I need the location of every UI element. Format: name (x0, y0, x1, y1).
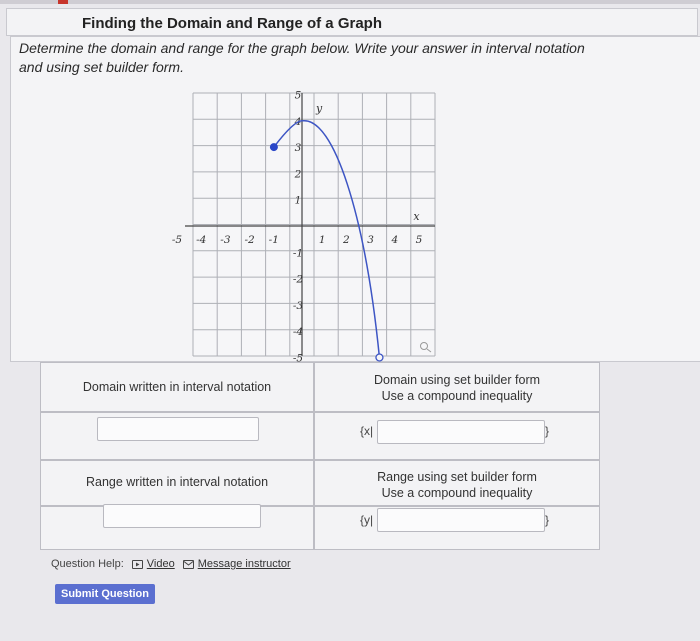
message-instructor-link[interactable]: Message instructor (198, 558, 291, 570)
x-tick-label: -5 (172, 234, 183, 246)
domain-interval-input[interactable] (97, 417, 259, 441)
x-tick-label: 1 (319, 234, 326, 246)
x-axis-label: x (413, 210, 420, 223)
y-axis-label: y (315, 102, 323, 115)
x-tick-label: 2 (342, 234, 350, 246)
video-icon (131, 559, 143, 569)
y-tick-label: 3 (295, 142, 302, 154)
x-tick-label: 4 (390, 234, 398, 246)
x-tick-label: 3 (367, 234, 374, 246)
domain-interval-input-cell (40, 412, 314, 460)
y-tick-label: 2 (294, 168, 302, 180)
range-set-input[interactable] (377, 508, 545, 532)
x-tick-label: -4 (196, 234, 206, 246)
open-endpoint (375, 353, 384, 362)
y-tick-label: -2 (293, 274, 304, 286)
y-tick-label: -3 (293, 300, 304, 312)
domain-set-prefix: {x| (360, 424, 374, 438)
range-interval-input-cell (40, 504, 314, 550)
range-set-suffix: } (545, 513, 550, 527)
question-help: Question Help: Video Message instructor (51, 558, 291, 570)
domain-set-label-cell: Domain using set builder form Use a comp… (314, 362, 600, 412)
question-help-label: Question Help: (51, 558, 124, 570)
mail-icon (182, 559, 194, 569)
domain-set-input-cell: {x| } (314, 412, 600, 460)
range-set-label-line1: Range using set builder form (377, 470, 537, 484)
domain-set-input[interactable] (377, 420, 545, 444)
range-set-label-line2: Use a compound inequality (381, 486, 533, 500)
domain-interval-label-cell: Domain written in interval notation (40, 362, 314, 412)
y-tick-label: -4 (293, 326, 303, 338)
y-tick-label: -1 (293, 247, 303, 259)
domain-set-label-line1: Domain using set builder form (373, 373, 541, 387)
x-tick-label: -1 (269, 234, 279, 246)
closed-endpoint (269, 143, 278, 152)
range-set-label-cell: Range using set builder form Use a compo… (314, 460, 600, 506)
range-set-prefix: {y| (360, 513, 374, 527)
x-tick-label: -3 (220, 234, 231, 246)
domain-interval-label: Domain written in interval notation (82, 380, 272, 394)
range-interval-input[interactable] (103, 504, 261, 528)
domain-set-label-line2: Use a compound inequality (381, 389, 533, 403)
submit-question-button[interactable]: Submit Question (55, 584, 155, 604)
x-tick-label: 5 (416, 234, 423, 246)
range-interval-label: Range written in interval notation (85, 475, 269, 489)
y-tick-label: 5 (295, 90, 302, 102)
range-interval-label-cell: Range written in interval notation (40, 460, 314, 506)
video-link[interactable]: Video (147, 558, 175, 570)
range-set-input-cell: {y| } (314, 506, 600, 550)
domain-set-suffix: } (545, 424, 550, 438)
x-tick-label: -2 (244, 234, 255, 246)
y-tick-label: 1 (295, 195, 302, 207)
